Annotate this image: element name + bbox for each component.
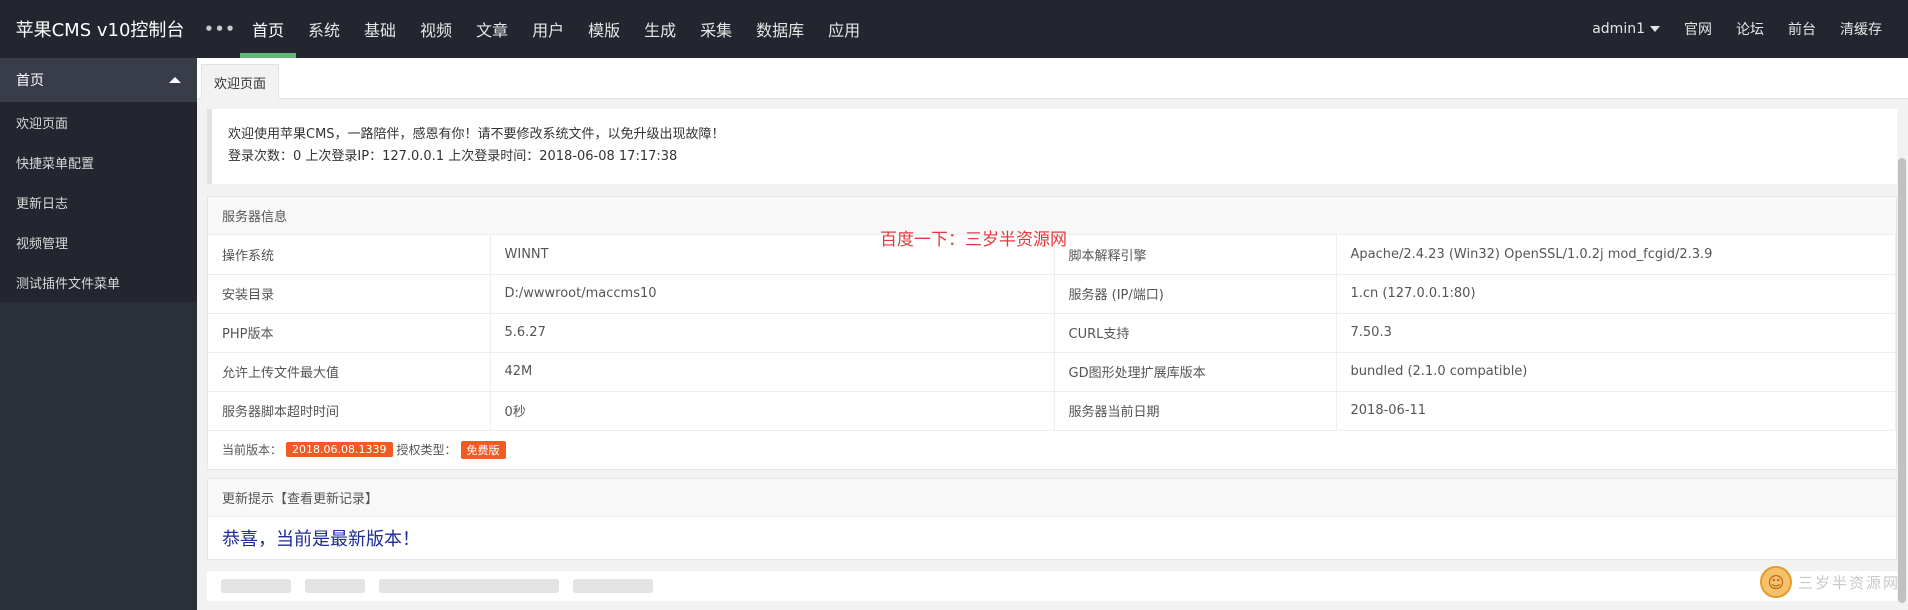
table-cell-value: D:/wwwroot/maccms10 [490, 274, 1055, 314]
table-cell-value: 0秒 [490, 391, 1055, 431]
tab-welcome[interactable]: 欢迎页面 [201, 64, 280, 99]
table-cell-value: 7.50.3 [1336, 313, 1896, 353]
nav-item-10[interactable]: 应用 [816, 0, 872, 58]
logo-text: 三岁半资源网 [1798, 573, 1901, 592]
top-navbar: 苹果CMS v10控制台 ••• 首页 系统 基础 视频 文章 用户 模版 生成 采集 数据库 应用… [0, 0, 1908, 58]
link-official-site[interactable]: 官网 [1672, 19, 1724, 39]
chevron-down-icon [1650, 26, 1660, 32]
main-nav: 首页 系统 基础 视频 文章 用户 模版 生成 采集 数据库 应用 [240, 0, 872, 58]
table-cell-label: 操作系统 [208, 235, 491, 275]
login-info: 登录次数：0 上次登录IP：127.0.0.1 上次登录时间：2018-06-0… [228, 149, 678, 164]
tab-bar: 欢迎页面 [197, 58, 1908, 99]
blurred-text [379, 579, 559, 593]
nav-item-5[interactable]: 用户 [520, 0, 576, 58]
sidebar-menu: 欢迎页面 快捷菜单配置 更新日志 视频管理 测试插件文件菜单 [0, 102, 197, 302]
top-right-links: admin1 官网 论坛 前台 清缓存 [1580, 0, 1908, 58]
mascot-icon: ☺ [1760, 566, 1792, 598]
welcome-notice: 欢迎使用苹果CMS，一路陪伴，感恩有你！请不要修改系统文件，以免升级出现故障！ … [207, 109, 1897, 184]
watermark-text: 百度一下：三岁半资源网 [880, 230, 1067, 250]
more-menu-icon[interactable]: ••• [200, 20, 240, 38]
nav-item-3[interactable]: 视频 [408, 0, 464, 58]
user-menu[interactable]: admin1 [1580, 21, 1672, 37]
update-panel: 更新提示【查看更新记录】 恭喜，当前是最新版本！ [207, 478, 1897, 560]
table-cell-value: 1.cn (127.0.0.1:80) [1336, 274, 1896, 314]
blurred-text [221, 579, 291, 593]
sidebar: 首页 欢迎页面 快捷菜单配置 更新日志 视频管理 测试插件文件菜单 [0, 58, 197, 610]
table-row: PHP版本 5.6.27 CURL支持 7.50.3 [208, 313, 1896, 353]
table-row: 允许上传文件最大值 42M GD图形处理扩展库版本 bundled (2.1.0 co… [208, 352, 1896, 392]
table-cell-label: CURL支持 [1054, 313, 1337, 353]
collapse-arrow-icon [169, 77, 181, 83]
license-badge: 免费版 [460, 440, 506, 459]
nav-item-4[interactable]: 文章 [464, 0, 520, 58]
sidebar-item-4[interactable]: 测试插件文件菜单 [0, 262, 197, 302]
nav-item-7[interactable]: 生成 [632, 0, 688, 58]
welcome-message: 欢迎使用苹果CMS，一路陪伴，感恩有你！请不要修改系统文件，以免升级出现故障！ [228, 127, 725, 142]
table-cell-label: PHP版本 [208, 313, 491, 353]
table-cell-label: 服务器当前日期 [1054, 391, 1337, 431]
update-status: 恭喜，当前是最新版本！ [222, 529, 420, 550]
table-cell-label: 安装目录 [208, 274, 491, 314]
clear-cache-link[interactable]: 清缓存 [1828, 19, 1894, 39]
site-logo-watermark: ☺ 三岁半资源网 [1760, 562, 1900, 602]
sidebar-item-1[interactable]: 快捷菜单配置 [0, 142, 197, 182]
table-cell-label: 服务器脚本超时时间 [208, 391, 491, 431]
nav-item-1[interactable]: 系统 [296, 0, 352, 58]
nav-item-6[interactable]: 模版 [576, 0, 632, 58]
link-frontend[interactable]: 前台 [1776, 19, 1828, 39]
nav-item-8[interactable]: 采集 [688, 0, 744, 58]
blurred-text [305, 579, 365, 593]
main-content: 欢迎页面 欢迎使用苹果CMS，一路陪伴，感恩有你！请不要修改系统文件，以免升级出… [197, 58, 1908, 610]
table-cell-value: 2018-06-11 [1336, 391, 1896, 431]
table-cell-label: 允许上传文件最大值 [208, 352, 491, 392]
sidebar-section-home[interactable]: 首页 [0, 58, 197, 102]
link-forum[interactable]: 论坛 [1724, 19, 1776, 39]
version-row: 当前版本： 2018.06.08.1339 授权类型： 免费版 [208, 431, 1896, 469]
license-label: 授权类型： [396, 443, 457, 457]
version-badge: 2018.06.08.1339 [286, 442, 393, 457]
app-title[interactable]: 苹果CMS v10控制台 [0, 0, 200, 58]
table-cell-label: 服务器 (IP/端口) [1054, 274, 1337, 314]
scrollbar[interactable] [1898, 158, 1906, 603]
table-row: 服务器脚本超时时间 0秒 服务器当前日期 2018-06-11 [208, 391, 1896, 431]
footer-strip [207, 571, 1897, 601]
nav-item-9[interactable]: 数据库 [744, 0, 816, 58]
nav-item-0[interactable]: 首页 [240, 0, 297, 58]
sidebar-item-2[interactable]: 更新日志 [0, 182, 197, 222]
update-title[interactable]: 更新提示【查看更新记录】 [208, 479, 1896, 517]
table-cell-value: 5.6.27 [490, 313, 1055, 353]
table-cell-label: GD图形处理扩展库版本 [1054, 352, 1337, 392]
table-cell-value: 42M [490, 352, 1055, 392]
sidebar-item-0[interactable]: 欢迎页面 [0, 102, 197, 142]
table-cell-value: bundled (2.1.0 compatible) [1336, 352, 1896, 392]
user-name: admin1 [1592, 21, 1645, 37]
server-info-table: 操作系统 WINNT 脚本解释引擎 Apache/2.4.23 (Win32) Ope… [208, 235, 1896, 431]
table-row: 安装目录 D:/wwwroot/maccms10 服务器 (IP/端口) 1.cn (… [208, 274, 1896, 314]
version-label: 当前版本： [222, 443, 283, 457]
sidebar-item-3[interactable]: 视频管理 [0, 222, 197, 262]
sidebar-section-label: 首页 [16, 73, 44, 89]
table-cell-label: 脚本解释引擎 [1054, 235, 1337, 275]
blurred-text [573, 579, 653, 593]
nav-item-2[interactable]: 基础 [352, 0, 408, 58]
table-cell-value: Apache/2.4.23 (Win32) OpenSSL/1.0.2j mod… [1336, 235, 1896, 275]
